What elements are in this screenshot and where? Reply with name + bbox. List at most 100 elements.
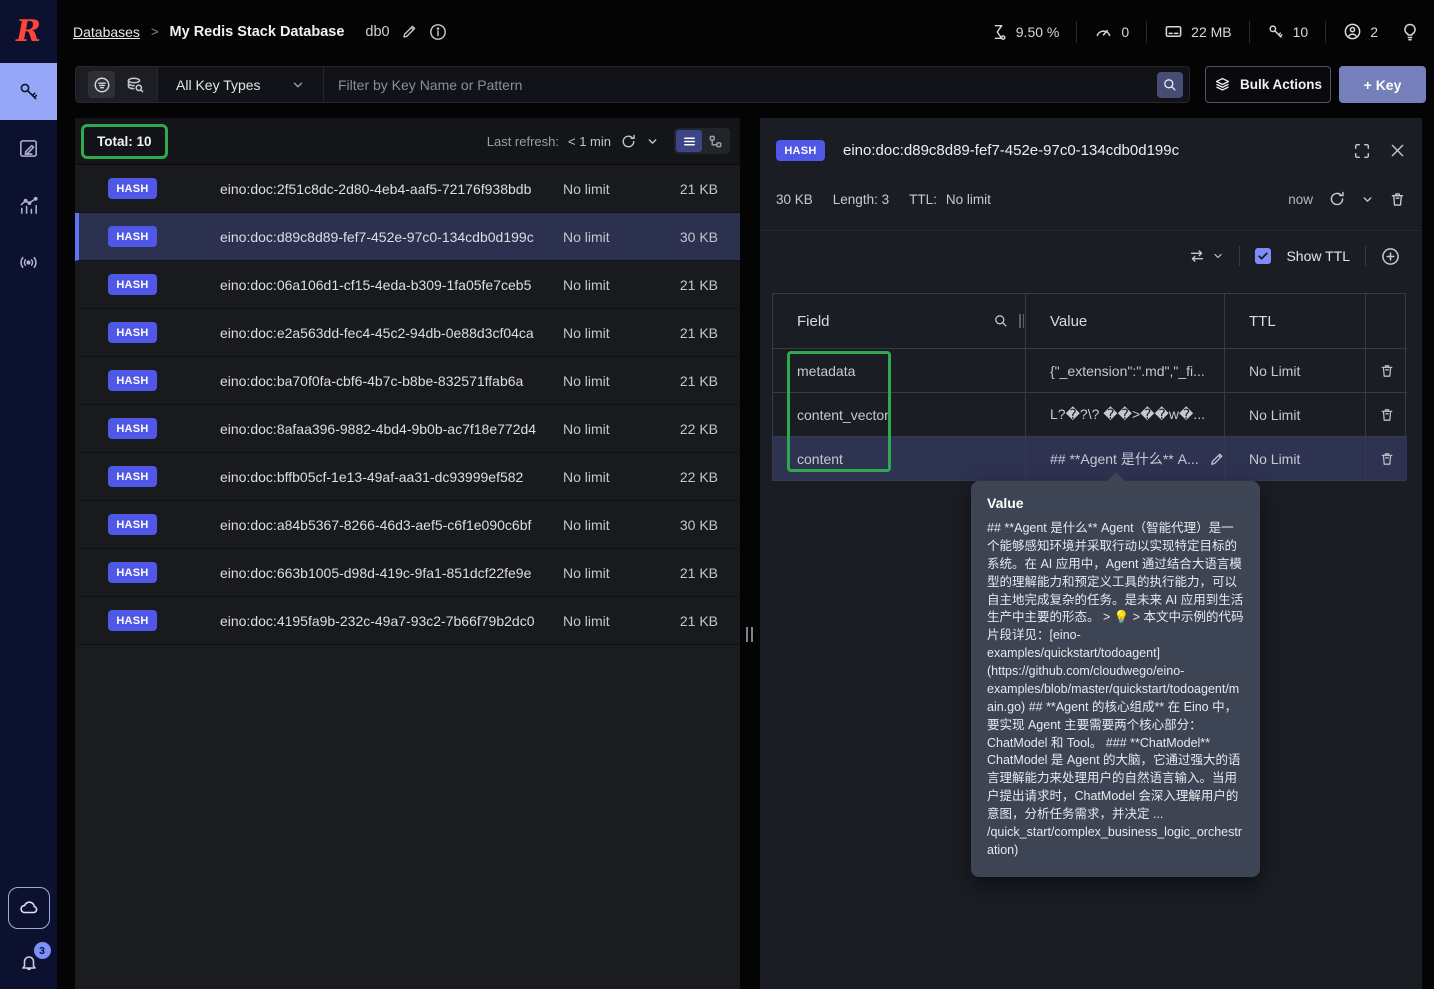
key-ttl: No limit [563, 276, 610, 293]
list-view-button[interactable] [676, 130, 702, 152]
view-toggle-group [674, 128, 730, 154]
key-size: 21 KB [679, 612, 718, 629]
auto-refresh-chevron[interactable] [1361, 193, 1374, 206]
show-ttl-checkbox[interactable] [1255, 248, 1272, 264]
table-row[interactable]: HASH eino:doc:2f51c8dc-2d80-4eb4-aaf5-72… [75, 165, 740, 213]
notifications-count-badge: 3 [33, 942, 51, 959]
key-filter-input[interactable] [324, 76, 1157, 93]
cpu-icon [990, 23, 1008, 41]
info-icon [429, 23, 447, 41]
cloud-icon [17, 896, 41, 920]
bulk-actions-button[interactable]: Bulk Actions [1205, 66, 1331, 103]
panel-resize-handle[interactable] [746, 627, 753, 642]
insights-button[interactable] [1400, 22, 1420, 42]
key-ttl: No limit [563, 612, 610, 629]
field-value[interactable]: L?�?\? ��>��w�... [1050, 406, 1205, 423]
key-size: 30 KB [679, 228, 718, 245]
delete-key-button[interactable] [1389, 191, 1406, 208]
table-row[interactable]: HASH eino:doc:e2a563dd-fec4-45c2-94db-0e… [75, 309, 740, 357]
pubsub-icon [17, 251, 40, 274]
tree-view-icon [708, 134, 723, 149]
key-ttl: No limit [563, 516, 610, 533]
redis-logo: R [16, 14, 41, 49]
key-ttl: No limit [563, 372, 610, 389]
plus-circle-icon [1381, 247, 1400, 266]
clients-value: 2 [1370, 23, 1378, 40]
remove-field-button[interactable] [1379, 363, 1395, 379]
field-name: metadata [797, 362, 856, 379]
key-name: eino:doc:bffb05cf-1e13-49af-aa31-dc93999… [220, 468, 524, 485]
table-row[interactable]: HASH eino:doc:4195fa9b-232c-49a7-93c2-7b… [75, 597, 740, 645]
keys-stat: 10 [1267, 23, 1308, 41]
key-type-badge: HASH [776, 140, 825, 161]
sidebar-item-analytics[interactable] [0, 177, 57, 234]
key-ttl: No limit [563, 180, 610, 197]
value-tooltip: Value ## **Agent 是什么** Agent（智能代理）是一个能够感… [971, 472, 1260, 877]
notifications-button[interactable]: 3 [17, 942, 51, 975]
refresh-icon [1328, 190, 1346, 208]
refresh-settings-chevron[interactable] [646, 135, 659, 148]
key-size: 21 KB [679, 276, 718, 293]
trash-icon [1379, 407, 1395, 423]
scan-keys-button[interactable] [125, 75, 145, 95]
sidebar-item-workbench[interactable] [0, 120, 57, 177]
breadcrumb: Databases > My Redis Stack Database db0 [73, 23, 447, 41]
top-bar: Databases > My Redis Stack Database db0 … [57, 0, 1434, 63]
key-type-badge: HASH [108, 562, 157, 583]
ttl-column-header: TTL [1249, 312, 1276, 330]
breadcrumb-databases-link[interactable]: Databases [73, 24, 140, 40]
search-button[interactable] [1157, 71, 1183, 98]
sidebar-item-browser[interactable] [0, 63, 57, 120]
edit-alias-button[interactable] [401, 23, 418, 40]
swap-arrows-icon [1188, 247, 1206, 265]
close-details-button[interactable] [1389, 142, 1406, 159]
key-type-badge: HASH [108, 418, 157, 439]
remove-field-button[interactable] [1379, 407, 1395, 423]
list-view-icon [682, 134, 697, 149]
search-fields-button[interactable] [993, 313, 1009, 329]
table-row[interactable]: HASH eino:doc:06a106d1-cf15-4eda-b309-1f… [75, 261, 740, 309]
add-key-button[interactable]: + Key [1339, 66, 1426, 103]
formatter-select-button[interactable] [1188, 247, 1224, 265]
key-size: 21 KB [679, 564, 718, 581]
key-name: eino:doc:8afaa396-9882-4bd4-9b0b-ac7f18e… [220, 420, 537, 437]
key-size: 22 KB [679, 468, 718, 485]
filter-mode-button[interactable] [88, 71, 115, 98]
chevron-down-icon [1361, 193, 1374, 206]
gauge-icon [1094, 22, 1113, 41]
field-ttl: No Limit [1249, 362, 1301, 379]
trash-icon [1379, 363, 1395, 379]
close-icon [1389, 142, 1406, 159]
field-row-selected[interactable]: content ## **Agent 是什么** A... No Limit [773, 436, 1407, 480]
cloud-button[interactable] [7, 887, 50, 929]
field-name: content_vector [797, 406, 889, 423]
key-type-dropdown[interactable]: All Key Types [158, 77, 323, 93]
refresh-keys-button[interactable] [620, 133, 637, 150]
table-row[interactable]: HASH eino:doc:ba70f0fa-cbf6-4b7c-b8be-83… [75, 357, 740, 405]
table-row[interactable]: HASH eino:doc:a84b5367-8266-46d3-aef5-c6… [75, 501, 740, 549]
fullscreen-button[interactable] [1353, 142, 1371, 160]
table-row[interactable]: HASH eino:doc:8afaa396-9882-4bd4-9b0b-ac… [75, 405, 740, 453]
tree-view-button[interactable] [702, 130, 728, 152]
last-refresh-label: Last refresh: [486, 133, 559, 149]
db-info-button[interactable] [429, 23, 447, 41]
add-field-button[interactable] [1381, 247, 1400, 266]
selected-key-name: eino:doc:d89c8d89-fef7-452e-97c0-134cdb0… [843, 142, 1180, 159]
table-row[interactable]: HASH eino:doc:663b1005-d98d-419c-9fa1-85… [75, 549, 740, 597]
refresh-key-button[interactable] [1328, 190, 1346, 208]
field-row[interactable]: metadata {"_extension":".md","_fi... No … [773, 348, 1407, 392]
app-sidebar: R 3 [0, 0, 57, 989]
sidebar-item-pubsub[interactable] [0, 234, 57, 291]
key-name: eino:doc:a84b5367-8266-46d3-aef5-c6f1e09… [220, 516, 532, 533]
cpu-stat: 9.50 % [990, 23, 1059, 41]
edit-value-button[interactable] [1209, 451, 1224, 467]
key-type-badge: HASH [108, 274, 157, 295]
remove-field-button[interactable] [1379, 451, 1395, 467]
field-row[interactable]: content_vector L?�?\? ��>��w�... No Limi… [773, 392, 1407, 436]
key-name: eino:doc:d89c8d89-fef7-452e-97c0-134cdb0… [220, 228, 534, 245]
column-resize-handle[interactable] [1019, 314, 1024, 328]
table-row[interactable]: HASH eino:doc:bffb05cf-1e13-49af-aa31-dc… [75, 453, 740, 501]
field-value[interactable]: ## **Agent 是什么** A... [1050, 449, 1199, 469]
field-value[interactable]: {"_extension":".md","_fi... [1050, 363, 1205, 379]
table-row-selected[interactable]: HASH eino:doc:d89c8d89-fef7-452e-97c0-13… [75, 213, 740, 261]
